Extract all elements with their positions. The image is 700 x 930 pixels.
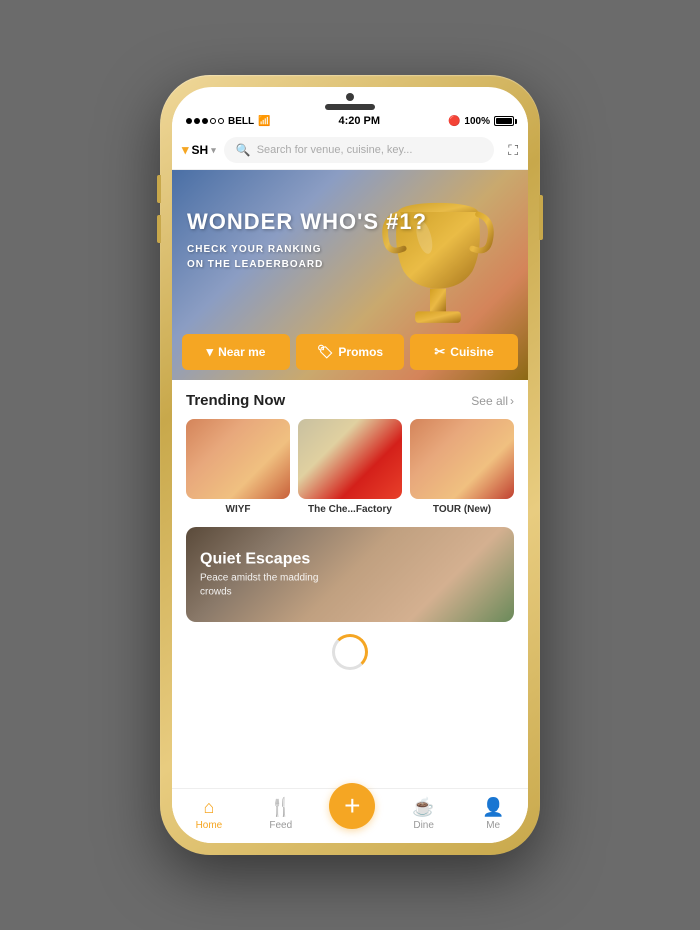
scroll-content: WONDER WHO'S #1? CHECK YOUR RANKING ON T… [172, 170, 528, 788]
signal-dot-2 [194, 118, 200, 124]
bluetooth-icon: 🔴 [448, 116, 460, 127]
front-camera [346, 93, 354, 101]
promos-button[interactable]: 🏷 Promos [296, 334, 404, 370]
dine-icon: ☕ [412, 797, 434, 818]
cuisine-button[interactable]: ✂ Cuisine [410, 334, 518, 370]
battery-tip [515, 119, 517, 124]
volume-down-button[interactable] [157, 215, 161, 243]
trending-header: Trending Now See all › [186, 392, 514, 409]
loading-area [172, 626, 528, 678]
hero-text-block: WONDER WHO'S #1? CHECK YOUR RANKING ON T… [187, 210, 427, 272]
chevron-right-icon: › [510, 394, 514, 408]
phone-frame: BELL 📶 4:20 PM 🔴 100% ▾ SH ▾ 🔍 [160, 75, 540, 855]
near-me-label: Near me [218, 345, 265, 359]
phone-screen: BELL 📶 4:20 PM 🔴 100% ▾ SH ▾ 🔍 [172, 87, 528, 843]
location-pin-icon: ▾ [182, 142, 189, 158]
nav-feed[interactable]: 🍴 Feed [259, 795, 302, 833]
battery-icon [494, 116, 514, 126]
trending-item-2[interactable]: The Che...Factory [298, 419, 402, 515]
tag-icon: 🏷 [317, 344, 334, 360]
carrier-name: BELL [228, 116, 254, 127]
hero-banner: WONDER WHO'S #1? CHECK YOUR RANKING ON T… [172, 170, 528, 380]
feature-banner[interactable]: Quiet Escapes Peace amidst the maddingcr… [186, 527, 514, 622]
nav-home[interactable]: ⌂ Home [186, 795, 233, 833]
location-icon: ▾ [207, 344, 214, 360]
nav-me[interactable]: 👤 Me [472, 795, 514, 833]
trending-name-2: The Che...Factory [298, 504, 402, 515]
hero-subtitle-line1: CHECK YOUR RANKING [187, 244, 322, 255]
hero-subtitle: CHECK YOUR RANKING ON THE LEADERBOARD [187, 242, 427, 272]
battery-percent: 100% [464, 116, 490, 127]
dine-label: Dine [413, 820, 434, 831]
fork-icon: ✂ [434, 344, 445, 360]
status-left: BELL 📶 [186, 116, 271, 127]
location-code: SH [192, 143, 209, 157]
promos-label: Promos [338, 345, 383, 359]
me-label: Me [486, 820, 500, 831]
add-icon: + [344, 792, 360, 820]
phone-top-notch [325, 87, 375, 110]
trending-title: Trending Now [186, 392, 285, 409]
food-image-2 [298, 419, 402, 499]
signal-dot-1 [186, 118, 192, 124]
battery-fill [496, 118, 512, 124]
search-placeholder: Search for venue, cuisine, key... [257, 144, 413, 156]
hero-subtitle-line2: ON THE LEADERBOARD [187, 259, 323, 270]
status-time: 4:20 PM [338, 115, 380, 127]
feed-label: Feed [269, 820, 292, 831]
signal-bars [186, 118, 224, 124]
me-icon: 👤 [482, 797, 504, 818]
trending-item-1[interactable]: WIYF [186, 419, 290, 515]
speaker [325, 104, 375, 110]
feature-subtitle: Peace amidst the maddingcrowds [200, 571, 318, 599]
trending-img-2 [298, 419, 402, 499]
food-image-1 [186, 419, 290, 499]
search-bar: ▾ SH ▾ 🔍 Search for venue, cuisine, key.… [172, 131, 528, 170]
nav-dine[interactable]: ☕ Dine [402, 795, 444, 833]
see-all-label: See all [471, 394, 508, 408]
trending-section: Trending Now See all › WIYF [172, 380, 528, 523]
expand-icon[interactable]: ⛶ [508, 142, 518, 159]
signal-dot-4 [210, 118, 216, 124]
action-buttons: ▾ Near me 🏷 Promos ✂ Cuisine [182, 334, 518, 370]
location-selector[interactable]: ▾ SH ▾ [182, 142, 216, 158]
trending-img-1 [186, 419, 290, 499]
search-icon: 🔍 [236, 143, 251, 157]
near-me-button[interactable]: ▾ Near me [182, 334, 290, 370]
home-label: Home [196, 820, 223, 831]
home-icon: ⌂ [203, 797, 214, 818]
search-input-wrapper[interactable]: 🔍 Search for venue, cuisine, key... [224, 137, 494, 163]
hero-title: WONDER WHO'S #1? [187, 210, 427, 234]
see-all-button[interactable]: See all › [471, 394, 514, 408]
chevron-down-icon: ▾ [211, 145, 216, 156]
food-image-3 [410, 419, 514, 499]
trending-name-1: WIYF [186, 504, 290, 515]
cuisine-label: Cuisine [450, 345, 493, 359]
status-right: 🔴 100% [448, 116, 514, 127]
status-bar: BELL 📶 4:20 PM 🔴 100% [172, 109, 528, 131]
power-button[interactable] [539, 195, 543, 240]
volume-up-button[interactable] [157, 175, 161, 203]
loading-spinner [332, 634, 368, 670]
feature-title: Quiet Escapes [200, 550, 318, 568]
signal-dot-3 [202, 118, 208, 124]
feature-text-block: Quiet Escapes Peace amidst the maddingcr… [200, 550, 318, 599]
trending-name-3: TOUR (New) [410, 504, 514, 515]
trending-item-3[interactable]: TOUR (New) [410, 419, 514, 515]
signal-dot-5 [218, 118, 224, 124]
feed-icon: 🍴 [270, 797, 292, 818]
wifi-icon: 📶 [258, 116, 270, 127]
trending-img-3 [410, 419, 514, 499]
add-button[interactable]: + [329, 783, 375, 829]
trending-items: WIYF The Che...Factory TOUR (New) [186, 419, 514, 515]
bottom-navigation: ⌂ Home 🍴 Feed + ☕ Dine 👤 Me [172, 788, 528, 843]
